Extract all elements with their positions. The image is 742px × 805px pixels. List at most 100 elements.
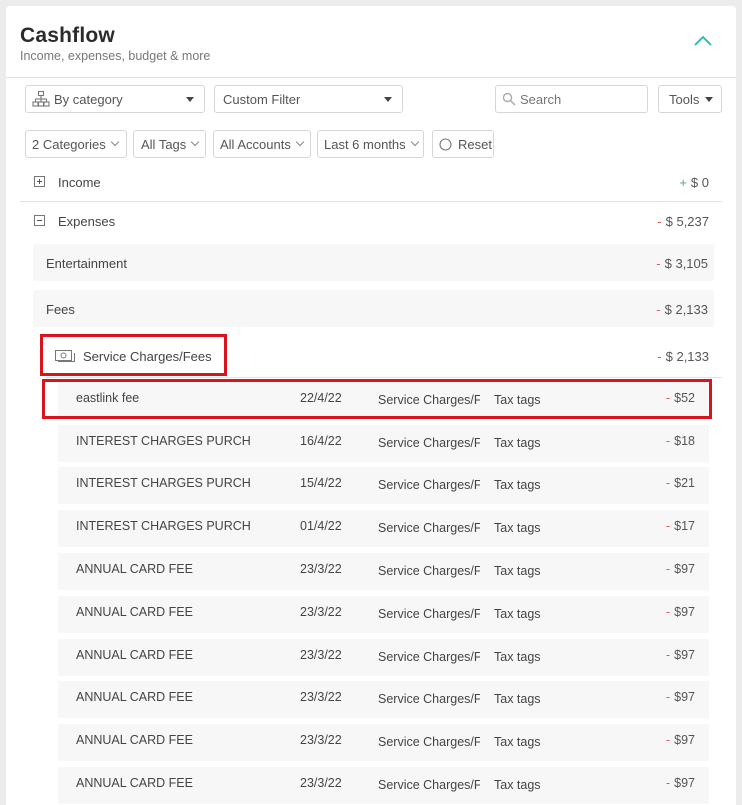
- transaction-category[interactable]: Service Charges/Fees: [378, 521, 480, 535]
- header-divider: [6, 77, 736, 78]
- group-by-select[interactable]: By category: [25, 85, 205, 113]
- transaction-tags[interactable]: Tax tags: [494, 607, 541, 621]
- page-title: Cashflow: [20, 24, 115, 47]
- categories-filter[interactable]: 2 Categories: [25, 130, 127, 158]
- transaction-row[interactable]: INTEREST CHARGES PURCH 01/4/22 Service Cha…: [58, 510, 709, 547]
- service-divider: [46, 377, 722, 378]
- transaction-category[interactable]: Service Charges/Fees: [378, 650, 480, 664]
- transaction-category[interactable]: Service Charges/Fees: [378, 436, 480, 450]
- transaction-amount: - $97: [665, 605, 695, 619]
- transaction-tags[interactable]: Tax tags: [494, 436, 541, 450]
- group-fees[interactable]: Fees - $ 2,133: [33, 290, 714, 327]
- collapse-chevron-up-icon[interactable]: [692, 30, 714, 52]
- transaction-category[interactable]: Service Charges/Fees: [378, 692, 480, 706]
- transaction-amount: - $17: [665, 519, 695, 533]
- transaction-name: INTEREST CHARGES PURCH: [76, 476, 251, 490]
- income-label: Income: [58, 175, 101, 190]
- transaction-date: 01/4/22: [300, 519, 342, 533]
- transaction-tags[interactable]: Tax tags: [494, 650, 541, 664]
- transaction-category[interactable]: Service Charges/Fees: [378, 778, 480, 792]
- transaction-name: INTEREST CHARGES PURCH: [76, 434, 251, 448]
- transaction-row[interactable]: ANNUAL CARD FEE 23/3/22 Service Charges/Fe…: [58, 767, 709, 804]
- transaction-date: 23/3/22: [300, 605, 342, 619]
- caret-down-icon: [705, 97, 713, 102]
- group-fees-label: Fees: [46, 302, 75, 317]
- transaction-amount: - $97: [665, 776, 695, 790]
- chevron-down-icon: [191, 137, 200, 147]
- transaction-amount: - $97: [665, 648, 695, 662]
- transaction-name: ANNUAL CARD FEE: [76, 733, 193, 747]
- caret-down-icon: [186, 97, 194, 102]
- search-box[interactable]: [495, 85, 648, 113]
- search-icon: [502, 92, 516, 106]
- expand-plus-icon[interactable]: [34, 176, 45, 187]
- collapse-minus-icon[interactable]: [34, 215, 45, 226]
- transaction-row[interactable]: INTEREST CHARGES PURCH 15/4/22 Service Cha…: [58, 467, 709, 504]
- income-divider: [20, 201, 722, 202]
- transaction-category[interactable]: Service Charges/Fees: [378, 564, 480, 578]
- transaction-category[interactable]: Service Charges/Fees: [378, 478, 480, 492]
- transaction-date: 23/3/22: [300, 776, 342, 790]
- transaction-tags[interactable]: Tax tags: [494, 778, 541, 792]
- transaction-amount: - $97: [665, 733, 695, 747]
- transaction-tags[interactable]: Tax tags: [494, 478, 541, 492]
- group-by-label: By category: [54, 91, 123, 107]
- transaction-name: ANNUAL CARD FEE: [76, 605, 193, 619]
- tools-button[interactable]: Tools: [658, 85, 722, 113]
- expenses-label: Expenses: [58, 214, 116, 229]
- chevron-down-icon: [110, 137, 119, 147]
- caret-down-icon: [384, 97, 392, 102]
- transaction-row[interactable]: ANNUAL CARD FEE 23/3/22 Service Charges/Fe…: [58, 553, 709, 590]
- tags-filter[interactable]: All Tags: [133, 130, 206, 158]
- service-charges-amount: - $ 2,133: [657, 349, 709, 364]
- reset-button[interactable]: Reset: [432, 130, 494, 158]
- transaction-name: ANNUAL CARD FEE: [76, 648, 193, 662]
- income-amount: + $ 0: [679, 175, 709, 190]
- custom-filter-select[interactable]: Custom Filter: [214, 85, 403, 113]
- transaction-row[interactable]: INTEREST CHARGES PURCH 16/4/22 Service Cha…: [58, 425, 709, 462]
- hierarchy-icon: [32, 90, 50, 108]
- transaction-amount: - $18: [665, 434, 695, 448]
- transaction-row[interactable]: ANNUAL CARD FEE 23/3/22 Service Charges/Fe…: [58, 639, 709, 676]
- accounts-filter[interactable]: All Accounts: [213, 130, 311, 158]
- accounts-filter-label: All Accounts: [220, 136, 291, 152]
- reset-circle-icon: [439, 137, 452, 151]
- transaction-date: 23/3/22: [300, 690, 342, 704]
- transaction-name: ANNUAL CARD FEE: [76, 776, 193, 790]
- chevron-down-icon: [295, 137, 305, 147]
- highlight-service-charges: [40, 334, 227, 376]
- page-subtitle: Income, expenses, budget & more: [20, 49, 211, 63]
- transaction-amount: - $97: [665, 562, 695, 576]
- cashflow-panel: Cashflow Income, expenses, budget & more…: [6, 6, 736, 805]
- group-entertainment-amount: - $ 3,105: [656, 256, 708, 271]
- transaction-date: 23/3/22: [300, 562, 342, 576]
- chevron-down-icon: [410, 137, 419, 147]
- transaction-tags[interactable]: Tax tags: [494, 564, 541, 578]
- transaction-row[interactable]: ANNUAL CARD FEE 23/3/22 Service Charges/Fe…: [58, 596, 709, 633]
- transaction-tags[interactable]: Tax tags: [494, 735, 541, 749]
- search-input[interactable]: [520, 91, 640, 107]
- transaction-row[interactable]: ANNUAL CARD FEE 23/3/22 Service Charges/Fe…: [58, 724, 709, 761]
- transaction-tags[interactable]: Tax tags: [494, 521, 541, 535]
- transaction-name: INTEREST CHARGES PURCH: [76, 519, 251, 533]
- transaction-amount: - $21: [665, 476, 695, 490]
- transaction-category[interactable]: Service Charges/Fees: [378, 735, 480, 749]
- custom-filter-label: Custom Filter: [223, 91, 301, 107]
- transaction-amount: - $97: [665, 690, 695, 704]
- tags-filter-label: All Tags: [141, 136, 187, 152]
- group-entertainment-label: Entertainment: [46, 256, 127, 271]
- transaction-tags[interactable]: Tax tags: [494, 692, 541, 706]
- transaction-name: ANNUAL CARD FEE: [76, 562, 193, 576]
- transaction-row[interactable]: ANNUAL CARD FEE 23/3/22 Service Charges/Fe…: [58, 681, 709, 718]
- period-filter[interactable]: Last 6 months: [317, 130, 424, 158]
- transaction-date: 23/3/22: [300, 648, 342, 662]
- expenses-amount: - $ 5,237: [657, 214, 709, 229]
- group-fees-amount: - $ 2,133: [656, 302, 708, 317]
- transaction-date: 15/4/22: [300, 476, 342, 490]
- transaction-category[interactable]: Service Charges/Fees: [378, 607, 480, 621]
- transaction-date: 16/4/22: [300, 434, 342, 448]
- highlight-eastlink-row: [42, 379, 712, 419]
- reset-label: Reset: [458, 136, 492, 152]
- period-filter-label: Last 6 months: [324, 136, 406, 152]
- group-entertainment[interactable]: Entertainment - $ 3,105: [33, 244, 714, 281]
